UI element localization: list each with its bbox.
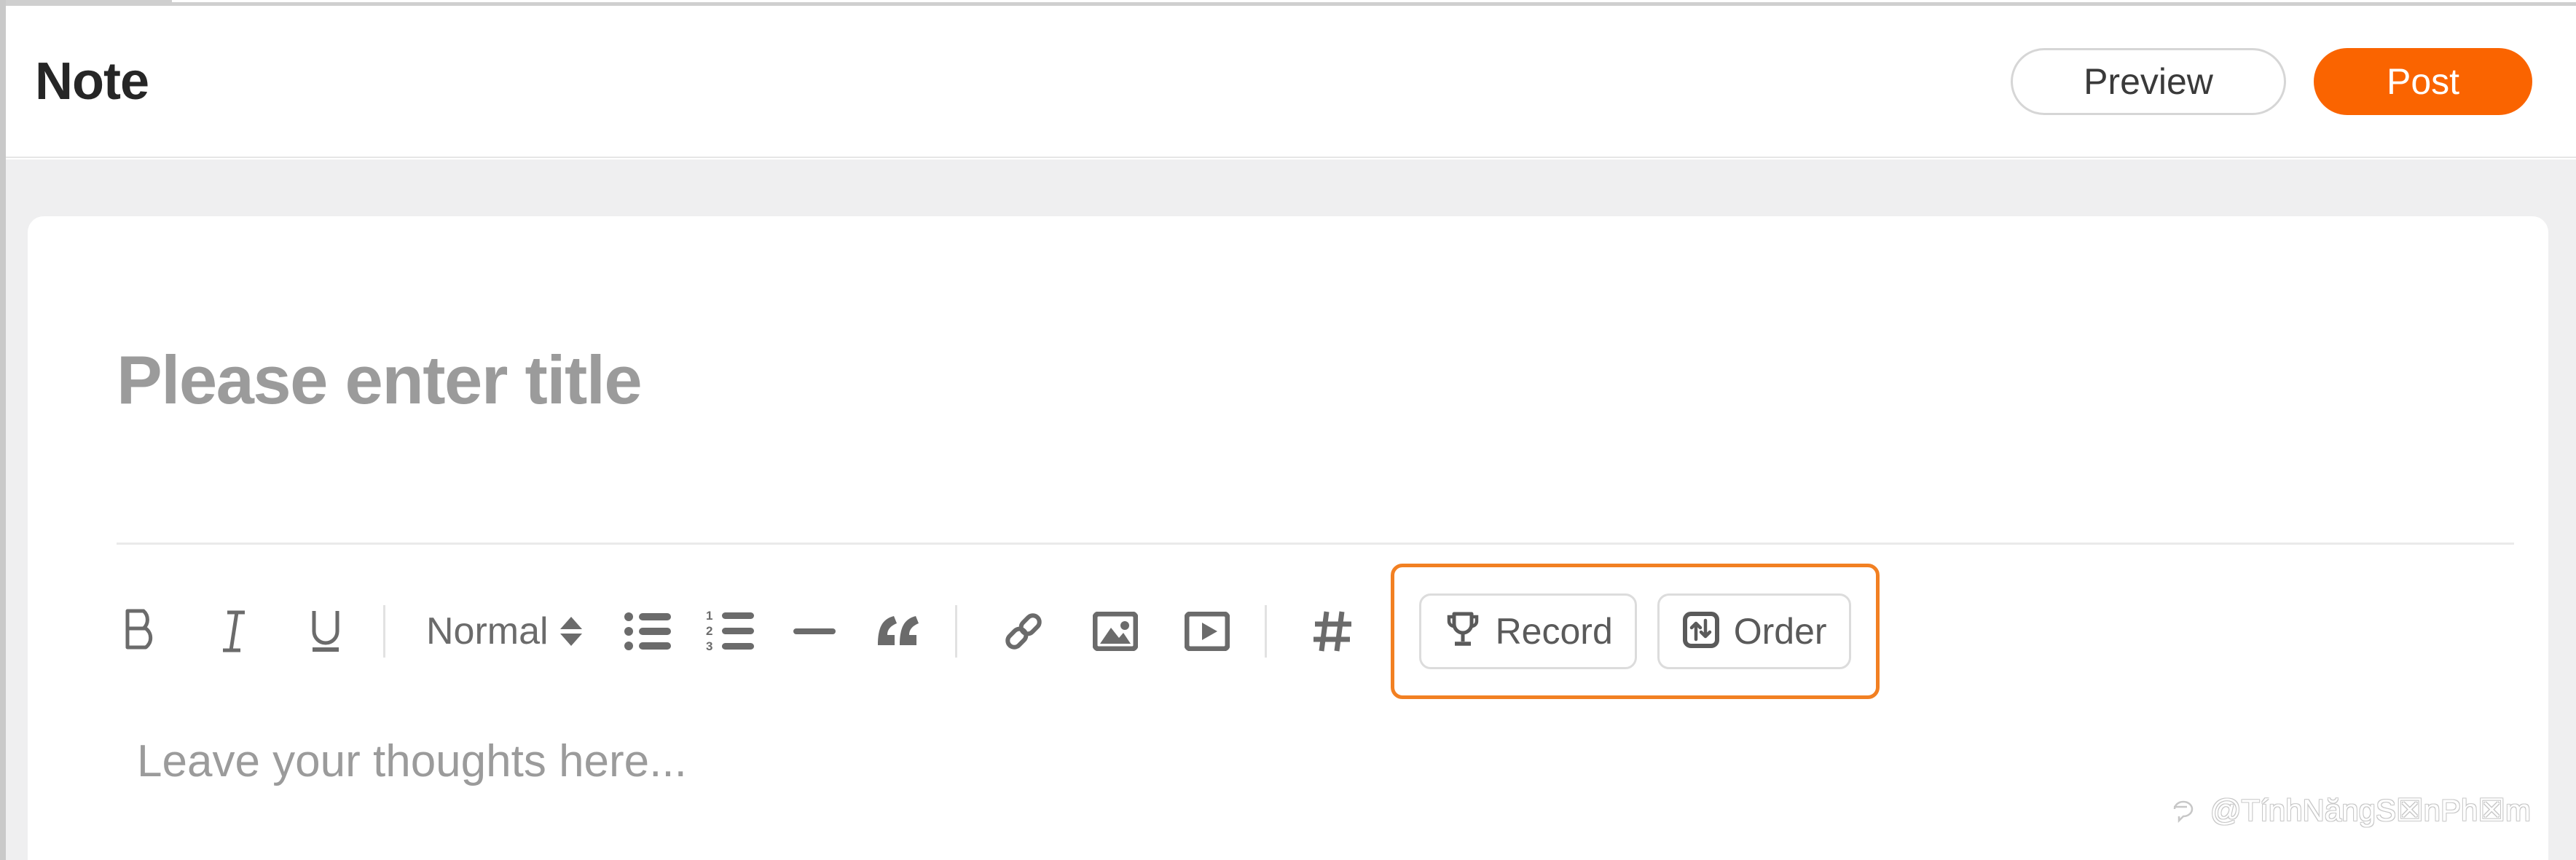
- trophy-icon: [1443, 610, 1483, 653]
- watermark-logo-icon: [2168, 795, 2199, 826]
- bulleted-list-button[interactable]: [623, 602, 674, 660]
- horizontal-rule-icon: [789, 602, 840, 660]
- text-style-select[interactable]: Normal: [426, 610, 582, 653]
- numbered-list-button[interactable]: 1 2 3: [706, 602, 757, 660]
- link-icon: [998, 602, 1049, 660]
- bold-icon: [117, 602, 168, 660]
- title-separator: [117, 543, 2514, 545]
- quote-icon: [872, 602, 923, 660]
- body-input[interactable]: Leave your thoughts here...: [137, 739, 687, 784]
- hashtag-icon: [1308, 602, 1359, 660]
- toolbar-divider: [383, 605, 385, 658]
- svg-text:2: 2: [706, 624, 712, 638]
- link-button[interactable]: [998, 602, 1049, 660]
- underline-button[interactable]: [300, 602, 351, 660]
- app-window: Note Preview Post Please enter title Nor…: [0, 0, 2576, 860]
- text-style-value: Normal: [426, 610, 549, 652]
- record-button[interactable]: Record: [1418, 593, 1637, 669]
- window-chrome-left-edge: [0, 0, 6, 860]
- image-icon: [1090, 602, 1141, 660]
- window-chrome-top-inner: [172, 0, 2576, 2]
- chevron-updown-icon: [559, 617, 582, 646]
- page-title: Note: [35, 52, 149, 111]
- header-bar: Note Preview Post: [6, 6, 2576, 158]
- record-button-label: Record: [1495, 611, 1613, 652]
- editor-card: Please enter title Normal 1 2 3 Record O…: [28, 216, 2548, 860]
- order-button[interactable]: Order: [1657, 593, 1851, 669]
- toolbar-divider: [1264, 605, 1267, 658]
- highlight-annotation-box: Record Order: [1390, 564, 1880, 699]
- horizontal-rule-button[interactable]: [789, 602, 840, 660]
- video-play-icon: [1182, 602, 1233, 660]
- blockquote-button[interactable]: [872, 602, 923, 660]
- italic-icon: [208, 602, 259, 660]
- card-right-gutter: [2548, 216, 2576, 860]
- order-button-label: Order: [1733, 611, 1827, 652]
- image-button[interactable]: [1090, 602, 1141, 660]
- bulleted-list-icon: [623, 602, 674, 660]
- card-left-gutter: [6, 216, 28, 860]
- bold-button[interactable]: [117, 602, 168, 660]
- video-button[interactable]: [1182, 602, 1233, 660]
- italic-button[interactable]: [208, 602, 259, 660]
- toolbar-divider: [954, 605, 957, 658]
- title-input[interactable]: Please enter title: [117, 346, 643, 414]
- order-arrows-icon: [1681, 610, 1721, 653]
- formatting-toolbar: Normal 1 2 3 Record Order: [28, 564, 2548, 699]
- preview-button[interactable]: Preview: [2011, 47, 2286, 115]
- hashtag-button[interactable]: [1308, 602, 1359, 660]
- watermark: @TínhNăngS☒nPh☒m: [2168, 792, 2531, 828]
- watermark-handle: @TínhNăngS☒nPh☒m: [2210, 793, 2531, 827]
- svg-text:1: 1: [706, 610, 712, 623]
- numbered-list-icon: 1 2 3: [706, 602, 757, 660]
- underline-icon: [300, 602, 351, 660]
- post-button[interactable]: Post: [2314, 47, 2532, 115]
- header-actions: Preview Post: [2011, 47, 2532, 115]
- svg-text:3: 3: [706, 639, 712, 652]
